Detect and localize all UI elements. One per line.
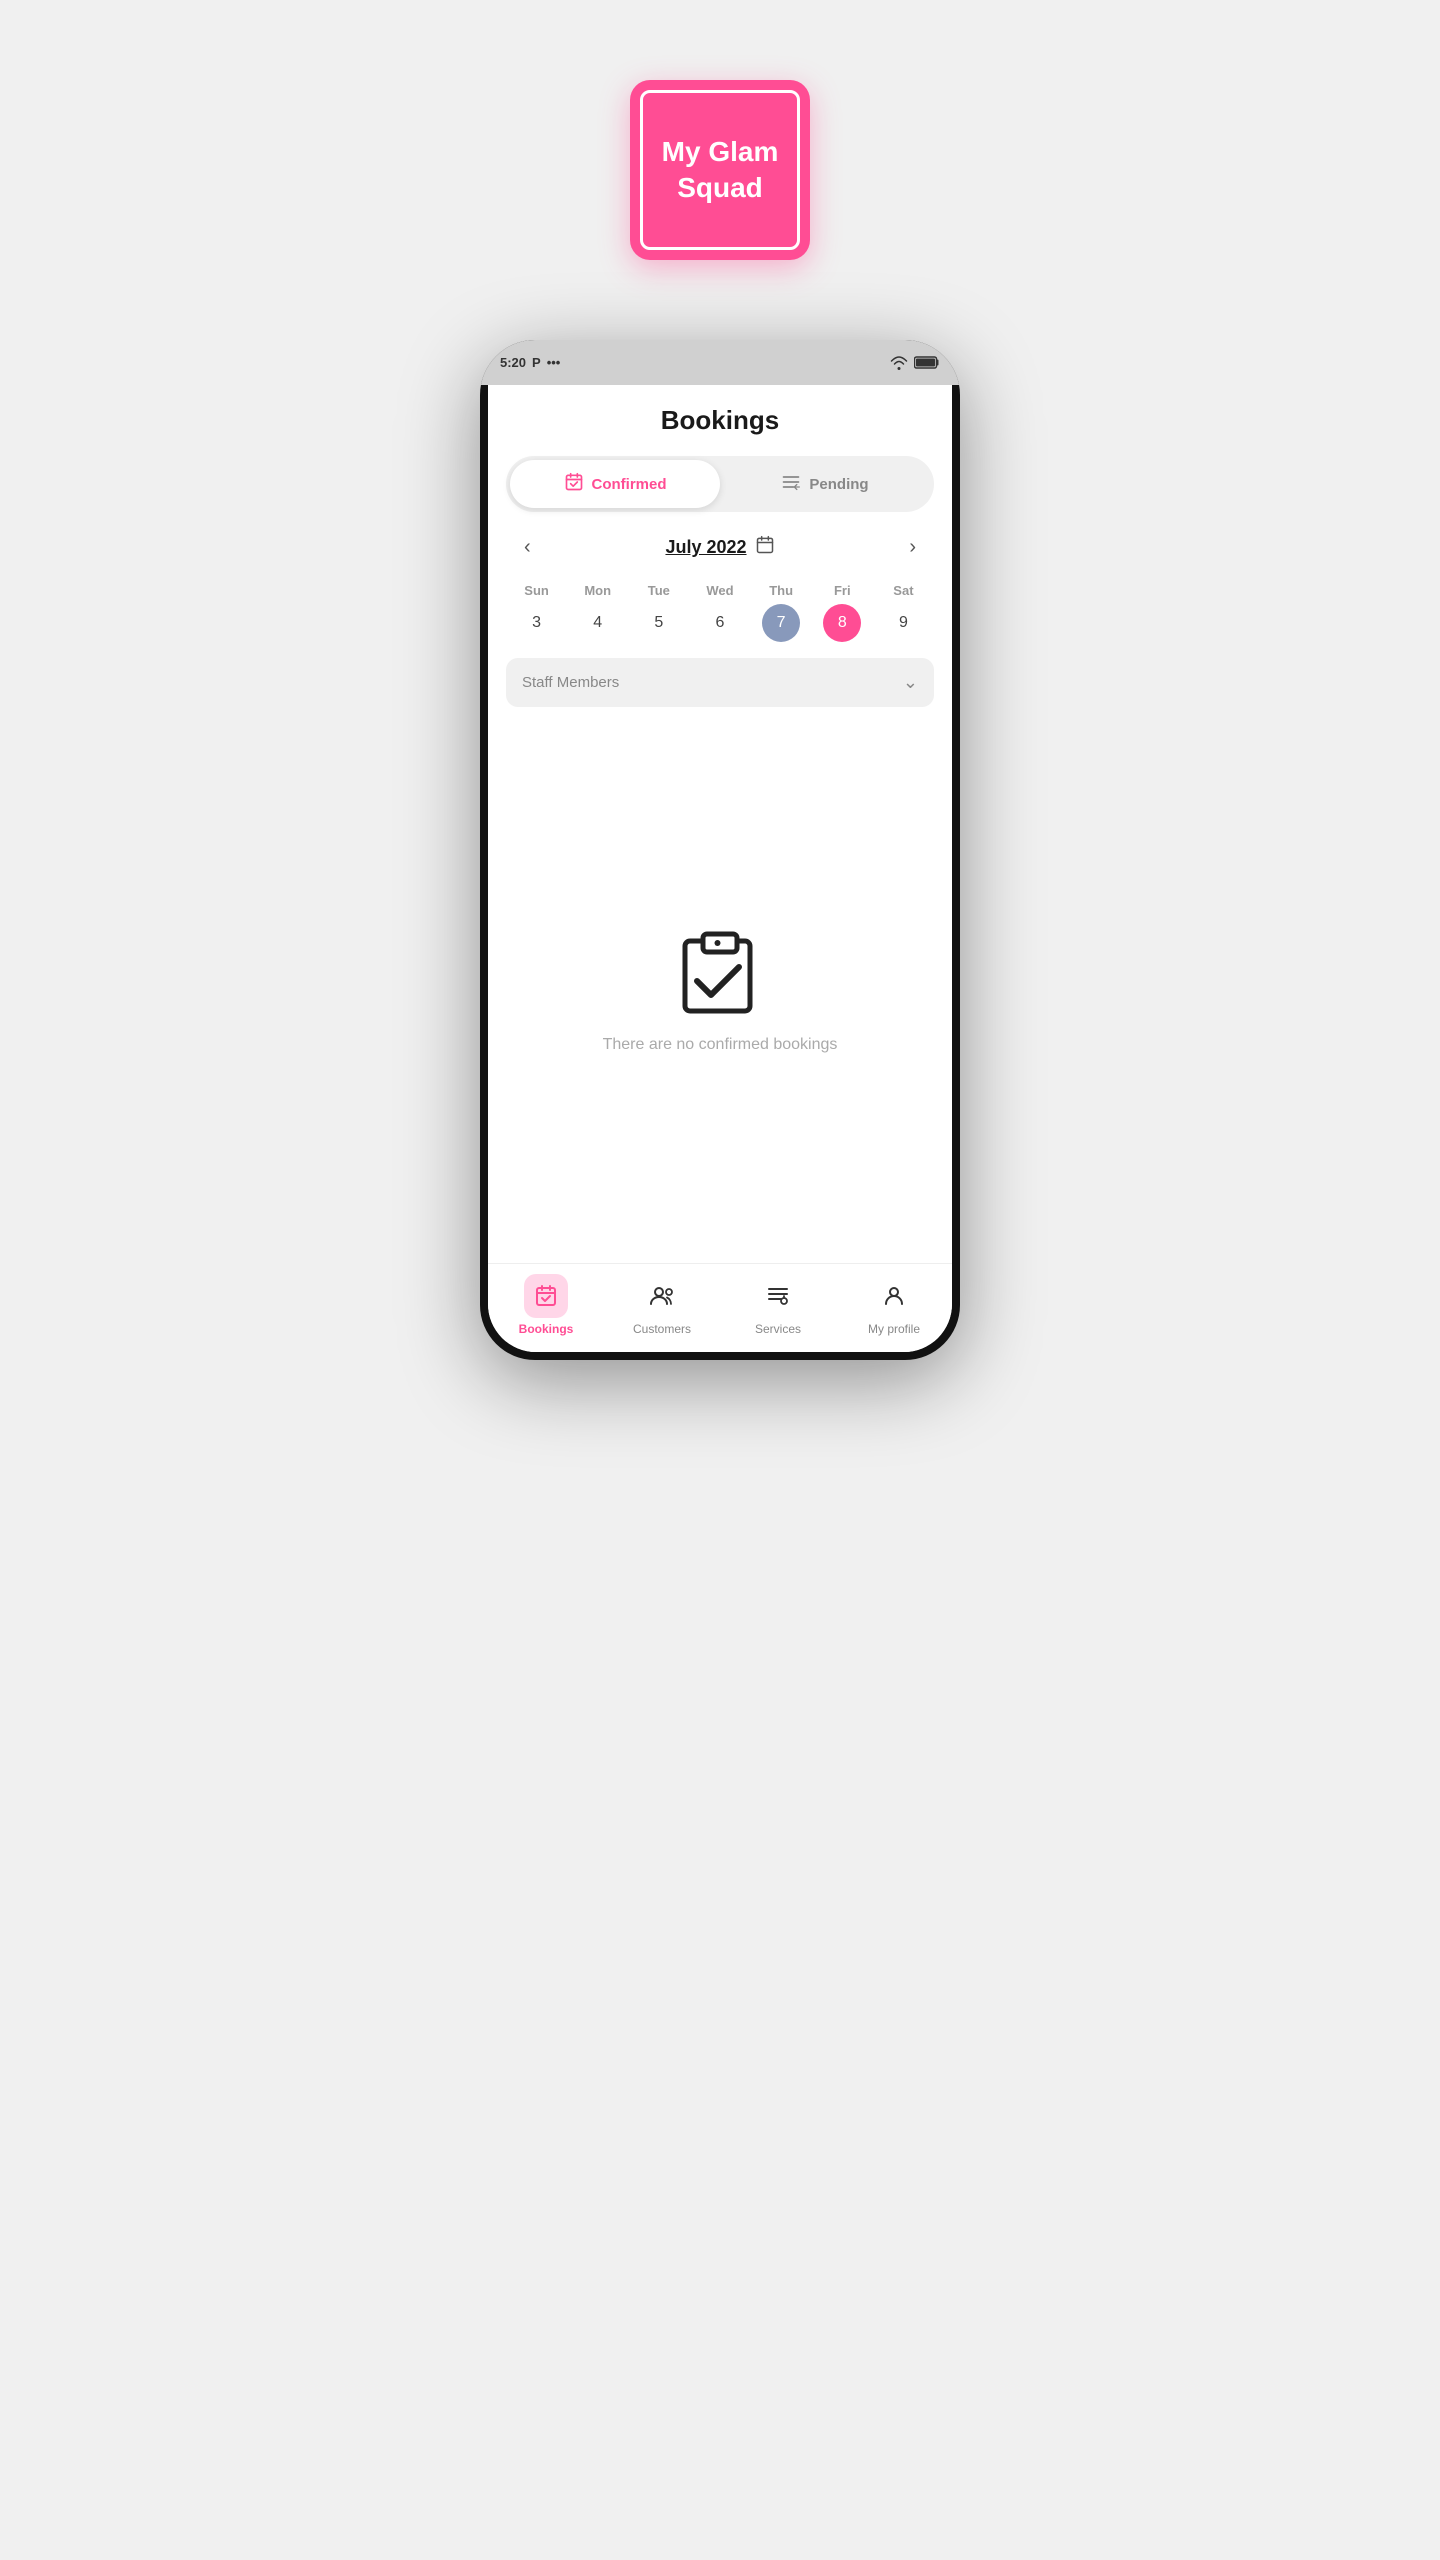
- nav-item-services[interactable]: Services: [720, 1274, 836, 1336]
- cal-header-fri: Fri: [812, 577, 873, 604]
- status-dots: •••: [547, 355, 561, 370]
- tabs-row: Confirmed Pending: [506, 456, 934, 512]
- profile-nav-icon: [882, 1284, 906, 1308]
- customers-icon-wrap: [640, 1274, 684, 1318]
- calendar-nav: ‹ July 2022 ›: [506, 532, 934, 563]
- month-label: July 2022: [665, 535, 774, 560]
- pending-tab-icon: [781, 472, 801, 496]
- tab-confirmed[interactable]: Confirmed: [510, 460, 720, 508]
- month-year-text: July 2022: [665, 537, 746, 558]
- battery-icon: [914, 356, 940, 369]
- bookings-nav-icon: [534, 1284, 558, 1308]
- cal-header-sun: Sun: [506, 577, 567, 604]
- cal-header-thu: Thu: [751, 577, 812, 604]
- cal-day-5[interactable]: 5: [628, 604, 689, 642]
- cal-day-7-selected[interactable]: 7: [762, 604, 800, 642]
- cal-day-4[interactable]: 4: [567, 604, 628, 642]
- services-nav-label: Services: [755, 1322, 801, 1336]
- profile-icon-wrap: [872, 1274, 916, 1318]
- calendar-grid: Sun Mon Tue Wed Thu Fri Sat 3 4 5 6 7 8 …: [506, 577, 934, 642]
- services-icon-wrap: [756, 1274, 800, 1318]
- page-title: Bookings: [506, 405, 934, 436]
- staff-members-dropdown[interactable]: Staff Members ⌄: [506, 658, 934, 707]
- bookings-icon-wrap: [524, 1274, 568, 1318]
- confirmed-tab-icon: [564, 472, 584, 496]
- calendar-icon[interactable]: [755, 535, 775, 560]
- cal-day-6[interactable]: 6: [689, 604, 750, 642]
- cal-day-8-selected[interactable]: 8: [823, 604, 861, 642]
- next-month-button[interactable]: ›: [901, 532, 924, 563]
- cal-header-sat: Sat: [873, 577, 934, 604]
- nav-item-bookings[interactable]: Bookings: [488, 1274, 604, 1336]
- cal-header-mon: Mon: [567, 577, 628, 604]
- status-right: [890, 356, 940, 370]
- status-left: 5:20 P •••: [500, 355, 560, 370]
- wifi-icon: [890, 356, 908, 370]
- phone-screen: Bookings Confirmed: [488, 385, 952, 1352]
- app-logo: My GlamSquad: [630, 80, 810, 260]
- cal-day-9[interactable]: 9: [873, 604, 934, 642]
- dropdown-chevron-icon: ⌄: [903, 672, 918, 693]
- clipboard-check-icon: [675, 926, 765, 1016]
- customers-nav-label: Customers: [633, 1322, 691, 1336]
- bottom-nav: Bookings Customers: [488, 1263, 952, 1352]
- pending-tab-label: Pending: [809, 476, 868, 493]
- logo-text: My GlamSquad: [662, 134, 779, 207]
- empty-state: There are no confirmed bookings: [506, 737, 934, 1263]
- screen-content: Bookings Confirmed: [488, 385, 952, 1263]
- status-time: 5:20: [500, 355, 526, 370]
- phone-frame: 5:20 P ••• Bookings: [480, 340, 960, 1360]
- tab-pending[interactable]: Pending: [720, 460, 930, 508]
- staff-dropdown-label: Staff Members: [522, 674, 619, 691]
- cal-header-tue: Tue: [628, 577, 689, 604]
- confirmed-tab-label: Confirmed: [592, 476, 667, 493]
- nav-item-customers[interactable]: Customers: [604, 1274, 720, 1336]
- status-carrier: P: [532, 355, 541, 370]
- prev-month-button[interactable]: ‹: [516, 532, 539, 563]
- services-nav-icon: [766, 1284, 790, 1308]
- empty-state-text: There are no confirmed bookings: [603, 1036, 838, 1054]
- cal-day-3[interactable]: 3: [506, 604, 567, 642]
- profile-nav-label: My profile: [868, 1322, 920, 1336]
- customers-nav-icon: [649, 1284, 675, 1308]
- bookings-nav-label: Bookings: [519, 1322, 574, 1336]
- status-bar: 5:20 P •••: [480, 340, 960, 385]
- cal-header-wed: Wed: [689, 577, 750, 604]
- nav-item-profile[interactable]: My profile: [836, 1274, 952, 1336]
